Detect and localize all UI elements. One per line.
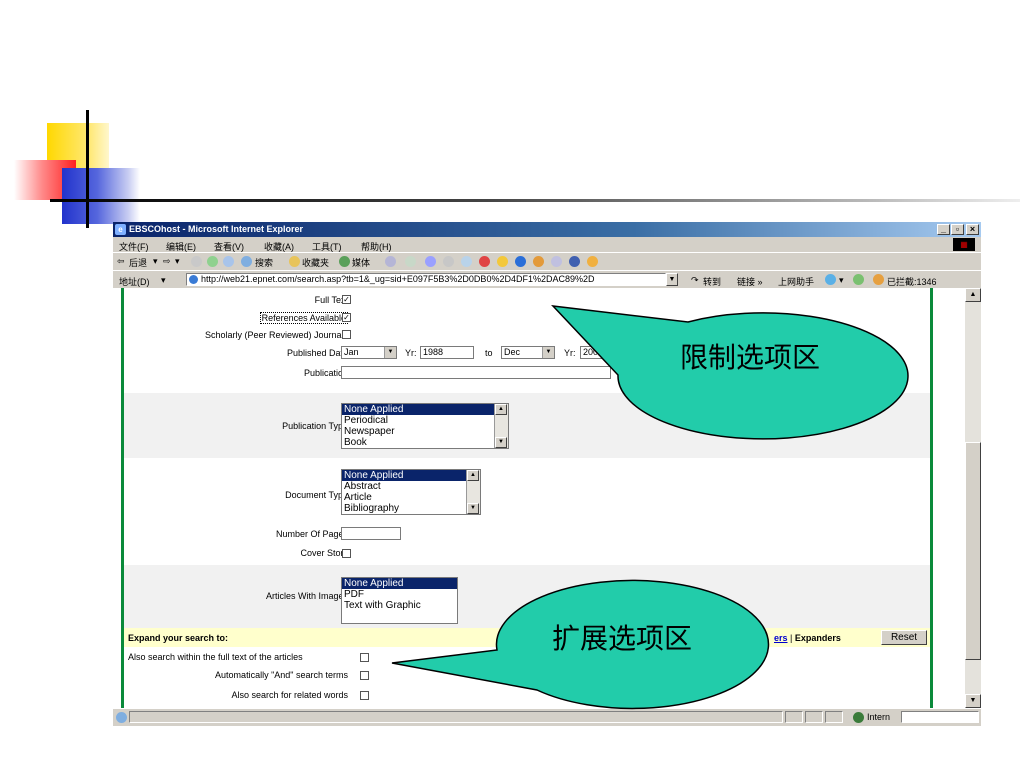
callout-layer xyxy=(391,305,909,710)
limits-callout-text: 限制选项区 xyxy=(680,341,821,374)
expand-callout-text: 扩展选项区 xyxy=(552,622,693,655)
